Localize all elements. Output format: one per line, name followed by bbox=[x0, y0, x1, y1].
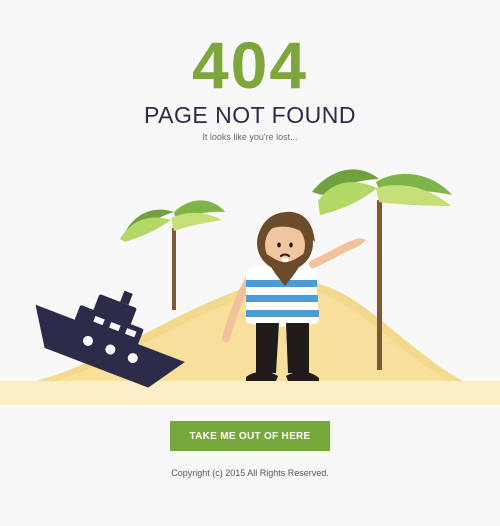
take-me-out-of-here-button[interactable]: TAKE ME OUT OF HERE bbox=[170, 421, 330, 451]
page-title: PAGE NOT FOUND bbox=[144, 102, 356, 128]
island-illustration bbox=[0, 169, 500, 405]
error-page: 404 PAGE NOT FOUND It looks like you're … bbox=[0, 0, 500, 526]
error-code: 404 bbox=[191, 28, 309, 102]
palm-tree-icon bbox=[120, 200, 225, 310]
copyright-text: Copyright (c) 2015 All Rights Reserved. bbox=[171, 468, 329, 478]
page-subtitle: It looks like you're lost... bbox=[202, 132, 298, 142]
